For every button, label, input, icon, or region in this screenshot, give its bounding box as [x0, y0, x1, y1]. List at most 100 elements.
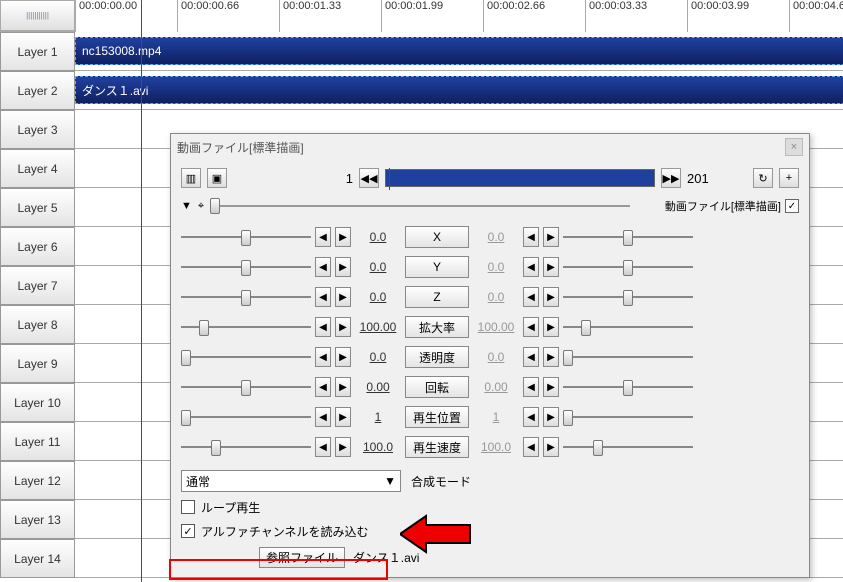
seek-marker[interactable] [389, 168, 390, 190]
layer-label[interactable]: Layer 4 [0, 149, 75, 188]
param-value-right[interactable]: 0.0 [473, 350, 519, 364]
layer-track[interactable]: ダンス１.avi [75, 71, 843, 110]
nudge-right-icon[interactable]: ▶ [335, 347, 351, 367]
layer-label[interactable]: Layer 2 [0, 71, 75, 110]
nudge-left-icon[interactable]: ◀ [315, 347, 331, 367]
layer-label[interactable]: Layer 12 [0, 461, 75, 500]
param-slider-left[interactable] [181, 437, 311, 457]
param-name-button[interactable]: Z [405, 286, 469, 308]
nudge-right-icon[interactable]: ▶ [335, 227, 351, 247]
nudge-left-icon[interactable]: ◀ [315, 437, 331, 457]
mouse-track[interactable] [210, 205, 630, 207]
param-slider-left[interactable] [181, 347, 311, 367]
nudge-right-icon[interactable]: ▶ [335, 377, 351, 397]
ref-file-button[interactable]: 参照ファイル [259, 547, 345, 568]
layer-label[interactable]: Layer 11 [0, 422, 75, 461]
camera-icon[interactable]: ▥ [181, 168, 201, 188]
param-name-button[interactable]: 拡大率 [405, 316, 469, 338]
ruler-ticks[interactable]: 00:00:00.00 00:00:00.66 00:00:01.33 00:0… [75, 0, 843, 32]
nudge-right-icon[interactable]: ▶ [543, 377, 559, 397]
param-name-button[interactable]: 回転 [405, 376, 469, 398]
layer-label[interactable]: Layer 10 [0, 383, 75, 422]
param-value-right[interactable]: 0.00 [473, 380, 519, 394]
layer-label[interactable]: Layer 7 [0, 266, 75, 305]
param-slider-right[interactable] [563, 377, 693, 397]
param-name-button[interactable]: Y [405, 256, 469, 278]
param-value-left[interactable]: 100.0 [355, 440, 401, 454]
nudge-left-icon[interactable]: ◀ [523, 377, 539, 397]
chevron-down-icon[interactable]: ▼ [181, 200, 192, 212]
param-name-button[interactable]: X [405, 226, 469, 248]
mouse-thumb[interactable] [210, 198, 220, 214]
playhead[interactable] [141, 0, 142, 582]
param-slider-right[interactable] [563, 437, 693, 457]
loop-checkbox[interactable] [181, 500, 195, 514]
nudge-right-icon[interactable]: ▶ [543, 407, 559, 427]
nudge-right-icon[interactable]: ▶ [543, 437, 559, 457]
param-slider-left[interactable] [181, 377, 311, 397]
frame-seek-bar[interactable] [385, 169, 655, 187]
nudge-right-icon[interactable]: ▶ [543, 257, 559, 277]
nudge-right-icon[interactable]: ▶ [335, 287, 351, 307]
nudge-left-icon[interactable]: ◀ [315, 377, 331, 397]
nudge-right-icon[interactable]: ▶ [543, 287, 559, 307]
param-slider-left[interactable] [181, 257, 311, 277]
add-icon[interactable]: + [779, 168, 799, 188]
layer-label[interactable]: Layer 13 [0, 500, 75, 539]
param-value-left[interactable]: 0.00 [355, 380, 401, 394]
nudge-right-icon[interactable]: ▶ [543, 317, 559, 337]
nudge-left-icon[interactable]: ◀ [315, 227, 331, 247]
alpha-checkbox[interactable]: ✓ [181, 524, 195, 538]
layer-label[interactable]: Layer 1 [0, 32, 75, 71]
param-value-left[interactable]: 0.0 [355, 290, 401, 304]
param-value-right[interactable]: 0.0 [473, 230, 519, 244]
layer-label[interactable]: Layer 5 [0, 188, 75, 227]
layer-label[interactable]: Layer 8 [0, 305, 75, 344]
nudge-left-icon[interactable]: ◀ [523, 317, 539, 337]
param-slider-right[interactable] [563, 317, 693, 337]
param-slider-right[interactable] [563, 407, 693, 427]
nudge-left-icon[interactable]: ◀ [523, 407, 539, 427]
param-value-right[interactable]: 0.0 [473, 290, 519, 304]
layer-label[interactable]: Layer 3 [0, 110, 75, 149]
nudge-right-icon[interactable]: ▶ [335, 407, 351, 427]
param-value-left[interactable]: 0.0 [355, 350, 401, 364]
refresh-icon[interactable]: ↻ [753, 168, 773, 188]
param-value-right[interactable]: 100.0 [473, 440, 519, 454]
param-slider-right[interactable] [563, 347, 693, 367]
picture-icon[interactable]: ▣ [207, 168, 227, 188]
param-name-button[interactable]: 再生速度 [405, 436, 469, 458]
param-slider-right[interactable] [563, 227, 693, 247]
layer-track[interactable]: nc153008.mp4 [75, 32, 843, 71]
param-value-left[interactable]: 1 [355, 410, 401, 424]
layer-label[interactable]: Layer 9 [0, 344, 75, 383]
dialog-titlebar[interactable]: 動画ファイル[標準描画] × [171, 134, 809, 160]
nudge-left-icon[interactable]: ◀ [523, 227, 539, 247]
clip[interactable]: nc153008.mp4 [75, 37, 843, 65]
nudge-left-icon[interactable]: ◀ [523, 287, 539, 307]
nudge-right-icon[interactable]: ▶ [543, 347, 559, 367]
param-slider-right[interactable] [563, 287, 693, 307]
param-slider-right[interactable] [563, 257, 693, 277]
nudge-right-icon[interactable]: ▶ [335, 317, 351, 337]
skip-forward-icon[interactable]: ▶▶ [661, 168, 681, 188]
nudge-left-icon[interactable]: ◀ [315, 287, 331, 307]
nudge-right-icon[interactable]: ▶ [335, 437, 351, 457]
skip-back-icon[interactable]: ◀◀ [359, 168, 379, 188]
layer-label[interactable]: Layer 6 [0, 227, 75, 266]
nudge-right-icon[interactable]: ▶ [543, 227, 559, 247]
nudge-left-icon[interactable]: ◀ [315, 257, 331, 277]
param-value-right[interactable]: 100.00 [473, 320, 519, 334]
param-slider-left[interactable] [181, 287, 311, 307]
blend-mode-select[interactable]: 通常 ▼ [181, 470, 401, 492]
param-slider-left[interactable] [181, 227, 311, 247]
clip[interactable]: ダンス１.avi [75, 76, 843, 104]
nudge-left-icon[interactable]: ◀ [523, 257, 539, 277]
section-checkbox[interactable]: ✓ [785, 199, 799, 213]
param-name-button[interactable]: 透明度 [405, 346, 469, 368]
nudge-left-icon[interactable]: ◀ [523, 437, 539, 457]
param-name-button[interactable]: 再生位置 [405, 406, 469, 428]
layer-label[interactable]: Layer 14 [0, 539, 75, 578]
mouse-icon[interactable]: ⌖ [198, 200, 204, 213]
nudge-right-icon[interactable]: ▶ [335, 257, 351, 277]
